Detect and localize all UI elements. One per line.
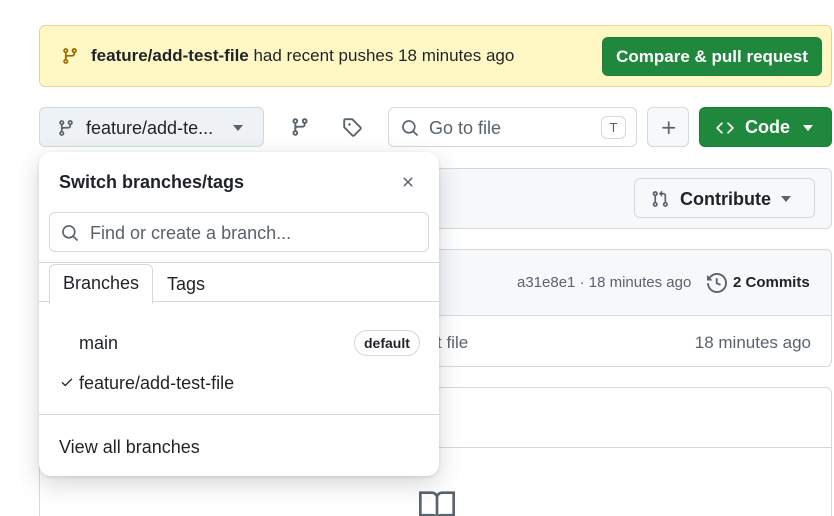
- git-branch-icon: [57, 119, 75, 137]
- branch-item-feature[interactable]: feature/add-test-file: [39, 365, 439, 401]
- file-row-time: 18 minutes ago: [694, 333, 811, 352]
- code-icon: [715, 119, 735, 137]
- plus-icon: [662, 121, 676, 135]
- go-to-file-placeholder: Go to file: [429, 118, 502, 138]
- view-all-branches-link[interactable]: View all branches: [59, 437, 200, 458]
- banner-message-text: had recent pushes 18 minutes ago: [248, 46, 515, 65]
- chevron-down-icon: [232, 124, 244, 132]
- search-icon: [61, 224, 79, 242]
- file-row-commit-message[interactable]: t file: [437, 333, 468, 353]
- history-icon: [707, 273, 727, 293]
- recent-push-banner: feature/add-test-file had recent pushes …: [39, 25, 832, 87]
- chevron-down-icon: [802, 124, 814, 132]
- tag-icon[interactable]: [342, 117, 362, 137]
- branch-selector-label: feature/add-te...: [86, 118, 214, 138]
- dropdown-title: Switch branches/tags: [59, 172, 245, 192]
- divider: [39, 414, 439, 415]
- close-icon[interactable]: [400, 174, 416, 190]
- branch-search-placeholder: Find or create a branch...: [90, 223, 292, 243]
- check-icon: [60, 375, 74, 389]
- search-icon: [401, 119, 419, 137]
- default-badge: default: [354, 330, 420, 356]
- go-to-file-input[interactable]: Go to file T: [388, 107, 637, 147]
- branch-switcher-dropdown: Switch branches/tags Find or create a br…: [39, 152, 439, 476]
- keyboard-shortcut-hint: T: [601, 116, 626, 139]
- contribute-button[interactable]: Contribute: [634, 178, 815, 218]
- git-branch-icon: [61, 47, 79, 65]
- dropdown-tabs: Branches Tags: [39, 262, 439, 304]
- compare-pull-request-button[interactable]: Compare & pull request: [602, 37, 822, 76]
- banner-branch-name[interactable]: feature/add-test-file: [91, 46, 249, 65]
- add-file-button[interactable]: [647, 107, 689, 147]
- banner-message: feature/add-test-file had recent pushes …: [91, 46, 514, 66]
- commit-meta[interactable]: a31e8e1 · 18 minutes ago: [517, 274, 691, 291]
- branches-icon[interactable]: [290, 117, 310, 137]
- git-pull-request-icon: [651, 190, 669, 208]
- code-button-label: Code: [745, 117, 790, 137]
- branch-search-input[interactable]: Find or create a branch...: [49, 212, 429, 252]
- book-icon: [416, 491, 458, 516]
- branch-item-main[interactable]: main default: [39, 325, 439, 361]
- branch-item-label: feature/add-test-file: [79, 373, 235, 393]
- branch-selector-button[interactable]: feature/add-te...: [39, 107, 264, 147]
- branch-item-label: main: [79, 333, 119, 353]
- tab-tags[interactable]: Tags: [157, 264, 215, 304]
- chevron-down-icon: [780, 195, 792, 203]
- code-button[interactable]: Code: [699, 107, 832, 147]
- tab-branches[interactable]: Branches: [49, 264, 153, 304]
- contribute-button-label: Contribute: [680, 189, 771, 209]
- commits-count: 2 Commits: [733, 274, 810, 291]
